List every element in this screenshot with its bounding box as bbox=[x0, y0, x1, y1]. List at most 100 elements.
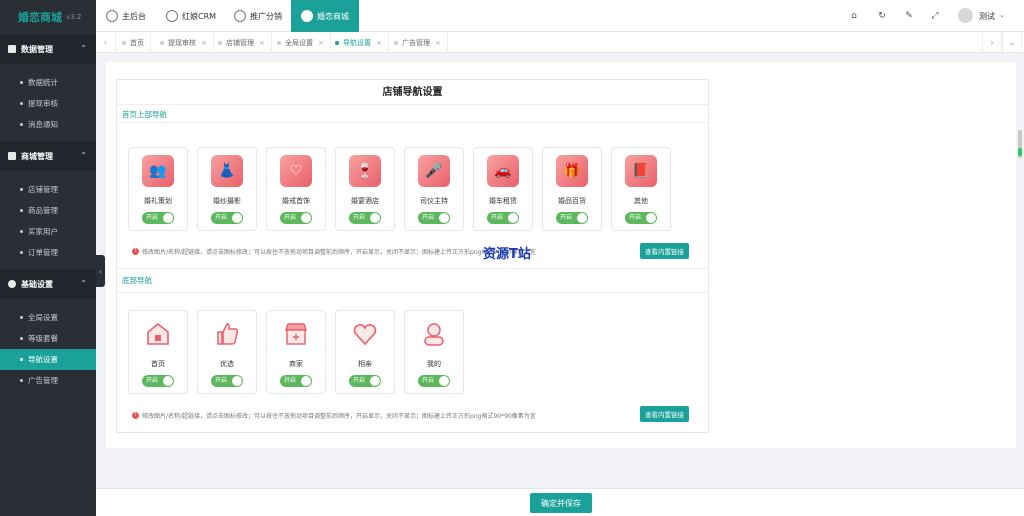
chevron-left-icon: ‹ bbox=[98, 266, 103, 276]
nav-card-wedding-photo[interactable]: 👗 婚纱摄影 开启 bbox=[197, 147, 257, 231]
chevron-down-icon[interactable]: ⌄ bbox=[999, 11, 1005, 19]
nav-card-wedding-goods[interactable]: 🎁 婚品百货 开启 bbox=[542, 147, 602, 231]
tab-crm[interactable]: 红娘CRM bbox=[166, 0, 216, 32]
nav-card-other[interactable]: 📕 其他 开启 bbox=[611, 147, 671, 231]
tab-dot-icon bbox=[218, 40, 222, 45]
user-name[interactable]: 测试 bbox=[979, 11, 995, 22]
nav-card-car-rental[interactable]: 🚗 婚车租赁 开启 bbox=[473, 147, 533, 231]
view-builtin-links-button-bottom[interactable]: 查看内置链接 bbox=[640, 406, 689, 422]
enable-toggle[interactable]: 开启 bbox=[418, 375, 450, 387]
enable-toggle[interactable]: 开启 bbox=[487, 212, 519, 224]
enable-toggle[interactable]: 开启 bbox=[211, 212, 243, 224]
group-header-settings[interactable]: 基础设置 ⌃ bbox=[0, 269, 96, 299]
sidebar-item-level-packages[interactable]: 等级套餐 bbox=[0, 328, 96, 349]
nav-card-wedding-planning[interactable]: 👥 婚礼策划 开启 bbox=[128, 147, 188, 231]
page-tab-withdraw-review[interactable]: 提现审核 × bbox=[154, 32, 214, 53]
wine-glasses-icon[interactable]: 🍷 bbox=[349, 155, 381, 187]
page-tab-label: 全局设置 bbox=[285, 38, 313, 47]
tabs-menu[interactable]: ⌄ bbox=[1002, 32, 1022, 53]
group-header-data[interactable]: 数据管理 ⌃ bbox=[0, 34, 96, 64]
sidebar-item-buyers[interactable]: 买家用户 bbox=[0, 221, 96, 242]
nav-card-mine[interactable]: 我的 开启 bbox=[404, 310, 464, 394]
sidebar-item-orders[interactable]: 订单管理 bbox=[0, 242, 96, 263]
book-icon[interactable]: 📕 bbox=[625, 155, 657, 187]
enable-toggle[interactable]: 开启 bbox=[142, 212, 174, 224]
close-icon[interactable]: × bbox=[201, 39, 207, 47]
avatar[interactable] bbox=[958, 8, 973, 23]
sidebar-item-ads[interactable]: 广告管理 bbox=[0, 370, 96, 391]
microphone-icon[interactable]: 🎤 bbox=[418, 155, 450, 187]
sidebar-item-withdraw-review[interactable]: 提现审核 bbox=[0, 93, 96, 114]
group-label: 基础设置 bbox=[21, 279, 53, 289]
page-tab-shops[interactable]: 店铺管理 × bbox=[212, 32, 272, 53]
app-title: 婚恋商城 bbox=[18, 11, 62, 24]
app-logo[interactable]: 婚恋商城 v3.2 bbox=[0, 0, 96, 34]
gift-bottles-icon[interactable]: 🎁 bbox=[556, 155, 588, 187]
enable-toggle[interactable]: 开启 bbox=[349, 212, 381, 224]
page-tab-ads[interactable]: 广告管理 × bbox=[388, 32, 448, 53]
nav-card-banquet-hotel[interactable]: 🍷 婚宴酒店 开启 bbox=[335, 147, 395, 231]
sidebar-item-label: 提现审核 bbox=[28, 99, 58, 108]
page-tab-nav-settings[interactable]: 导航设置 × bbox=[329, 32, 389, 53]
heart-icon[interactable] bbox=[349, 318, 381, 350]
tab-marriage-mall[interactable]: 婚恋商城 bbox=[291, 0, 359, 32]
confirm-save-button[interactable]: 确定并保存 bbox=[530, 493, 592, 513]
page-tab-global-settings[interactable]: 全局设置 × bbox=[271, 32, 331, 53]
page-tab-label: 店铺管理 bbox=[226, 38, 254, 47]
view-builtin-links-button-top[interactable]: 查看内置链接 bbox=[640, 243, 689, 259]
enable-toggle[interactable]: 开启 bbox=[349, 375, 381, 387]
sidebar-item-nav-settings[interactable]: 导航设置 bbox=[0, 349, 96, 370]
enable-toggle[interactable]: 开启 bbox=[142, 375, 174, 387]
enable-toggle[interactable]: 开启 bbox=[280, 375, 312, 387]
main-content: 店铺导航设置 首页上部导航 👥 婚礼策划 开启 👗 婚纱摄影 开启 ♡ 婚戒首饰… bbox=[106, 62, 1016, 448]
sidebar-item-products[interactable]: 商品管理 bbox=[0, 200, 96, 221]
sidebar-item-label: 订单管理 bbox=[28, 248, 58, 257]
enable-toggle[interactable]: 开启 bbox=[280, 212, 312, 224]
wedding-dress-icon[interactable]: 👗 bbox=[211, 155, 243, 187]
nav-card-host[interactable]: 🎤 司仪主持 开启 bbox=[404, 147, 464, 231]
enable-toggle[interactable]: 开启 bbox=[211, 375, 243, 387]
tab-distribution[interactable]: 推广分销 bbox=[234, 0, 282, 32]
hint-text: 修改图片/名称/超链接，请点击图标修改；可以按住不放拖动项目调整前后顺序，开启显… bbox=[142, 249, 536, 256]
bullet-icon bbox=[20, 209, 23, 212]
group-header-mall[interactable]: 商城管理 ⌃ bbox=[0, 141, 96, 171]
nav-card-jewelry[interactable]: ♡ 婚戒首饰 开启 bbox=[266, 147, 326, 231]
fullscreen-icon[interactable]: ⤢ bbox=[930, 11, 940, 21]
enable-toggle[interactable]: 开启 bbox=[556, 212, 588, 224]
sidebar-collapse-toggle[interactable]: ‹ bbox=[96, 255, 105, 287]
nav-card-dating[interactable]: 相亲 开启 bbox=[335, 310, 395, 394]
clean-icon[interactable]: ✎ bbox=[904, 11, 914, 21]
enable-toggle[interactable]: 开启 bbox=[418, 212, 450, 224]
bullet-icon bbox=[20, 230, 23, 233]
wedding-couple-icon[interactable]: 👥 bbox=[142, 155, 174, 187]
nav-card-merchants[interactable]: 商家 开启 bbox=[266, 310, 326, 394]
page-tab-home[interactable]: 首页 bbox=[116, 32, 151, 53]
home-icon[interactable]: ⌂ bbox=[849, 11, 859, 21]
toggle-knob bbox=[508, 213, 518, 223]
bullet-icon bbox=[20, 251, 23, 254]
toggle-label: 开启 bbox=[146, 377, 159, 384]
profile-icon[interactable] bbox=[418, 318, 450, 350]
toggle-label: 开启 bbox=[215, 214, 228, 221]
close-icon[interactable]: × bbox=[435, 39, 441, 47]
nav-card-featured[interactable]: 优选 开启 bbox=[197, 310, 257, 394]
tab-main-admin[interactable]: 主后台 bbox=[106, 0, 146, 32]
thumbs-up-icon[interactable] bbox=[211, 318, 243, 350]
sidebar-item-notifications[interactable]: 消息通知 bbox=[0, 114, 96, 135]
tabs-scroll-left[interactable]: ‹ bbox=[96, 32, 116, 53]
close-icon[interactable]: × bbox=[376, 39, 382, 47]
sidebar-item-stats[interactable]: 数据统计 bbox=[0, 72, 96, 93]
nav-card-home[interactable]: 首页 开启 bbox=[128, 310, 188, 394]
tabs-scroll-right[interactable]: › bbox=[982, 32, 1002, 53]
close-icon[interactable]: × bbox=[259, 39, 265, 47]
sidebar-item-global-settings[interactable]: 全局设置 bbox=[0, 307, 96, 328]
car-icon[interactable]: 🚗 bbox=[487, 155, 519, 187]
info-icon: ! bbox=[132, 412, 139, 419]
refresh-icon[interactable]: ↻ bbox=[877, 11, 887, 21]
enable-toggle[interactable]: 开启 bbox=[625, 212, 657, 224]
sidebar-item-shops[interactable]: 店铺管理 bbox=[0, 179, 96, 200]
necklace-icon[interactable]: ♡ bbox=[280, 155, 312, 187]
close-icon[interactable]: × bbox=[318, 39, 324, 47]
home-icon[interactable] bbox=[142, 318, 174, 350]
store-icon[interactable] bbox=[280, 318, 312, 350]
